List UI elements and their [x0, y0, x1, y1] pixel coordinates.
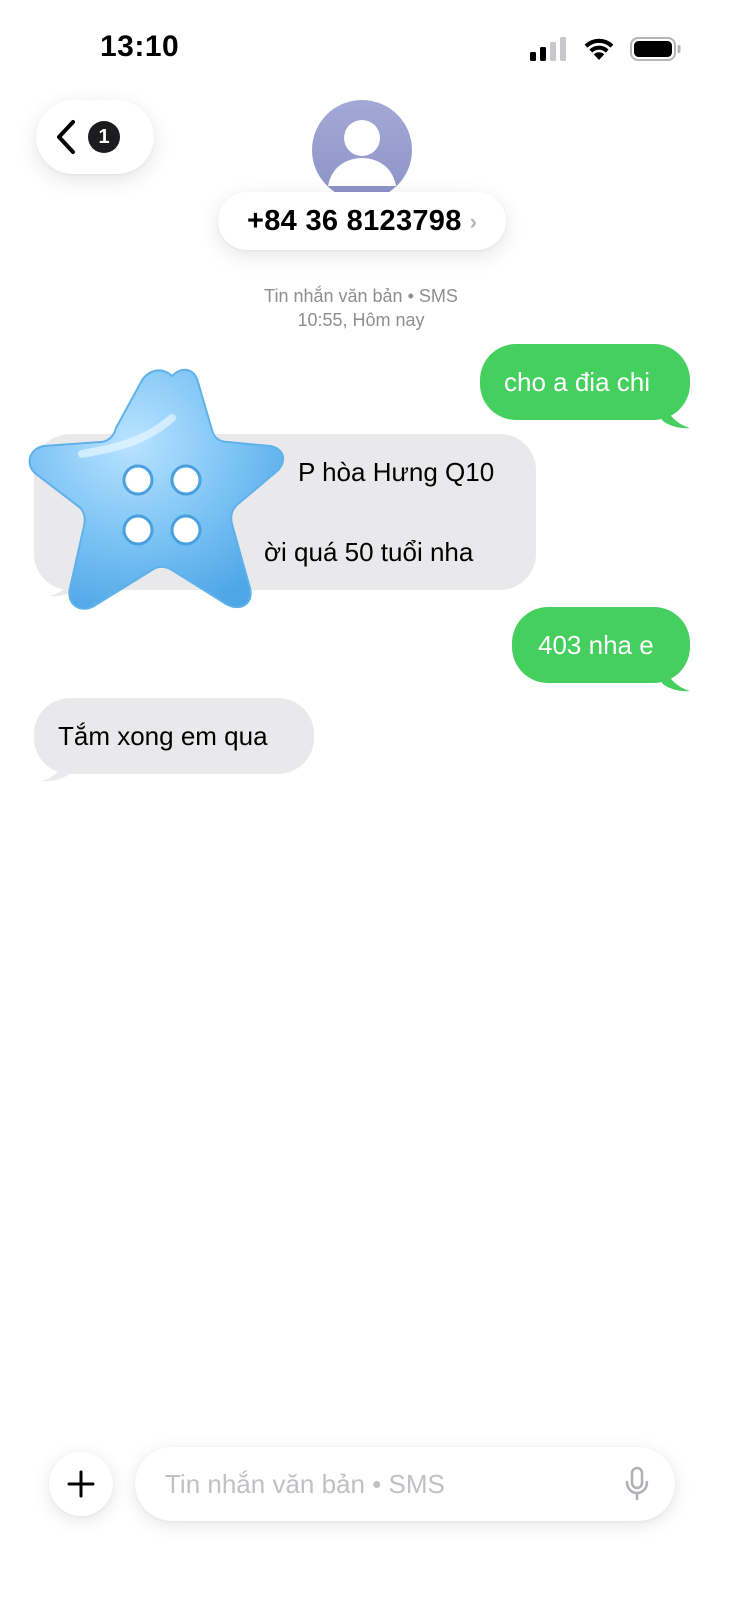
contact-name: +84 36 8123798	[247, 204, 462, 237]
add-attachment-button[interactable]	[49, 1452, 113, 1516]
bubble-tail	[42, 755, 70, 782]
bubble-tail	[662, 402, 690, 429]
star-sticker	[28, 368, 285, 610]
message-timestamp: 10:55, Hôm nay	[297, 310, 425, 330]
bubble-tail	[662, 665, 690, 692]
status-time: 13:10	[100, 30, 180, 63]
message-composer[interactable]	[135, 1447, 675, 1521]
chevron-right-icon: ›	[469, 209, 477, 234]
message-text: cho a đia chi	[504, 367, 650, 397]
status-icons	[530, 36, 682, 62]
contact-avatar[interactable]	[312, 100, 412, 200]
incoming-message-bubble[interactable]: Tắm xong em qua	[34, 698, 314, 774]
back-button[interactable]: 1	[36, 100, 154, 174]
message-text: Tắm xong em qua	[58, 721, 268, 751]
message-service-label: Tin nhắn văn bản • SMS	[264, 286, 458, 306]
chevron-left-icon	[57, 120, 75, 154]
battery-icon	[630, 37, 681, 61]
microphone-icon[interactable]	[623, 1466, 651, 1502]
plus-icon	[67, 1470, 95, 1498]
contact-name-button[interactable]: +84 36 8123798 ›	[218, 192, 506, 250]
message-text: 403 nha e	[538, 630, 654, 660]
unread-count-badge: 1	[88, 121, 120, 153]
cellular-signal-icon	[530, 37, 566, 61]
wifi-icon	[584, 38, 614, 60]
outgoing-message-bubble[interactable]: cho a đia chi	[480, 344, 690, 420]
message-input[interactable]	[163, 1467, 623, 1501]
person-silhouette-icon	[328, 120, 396, 186]
